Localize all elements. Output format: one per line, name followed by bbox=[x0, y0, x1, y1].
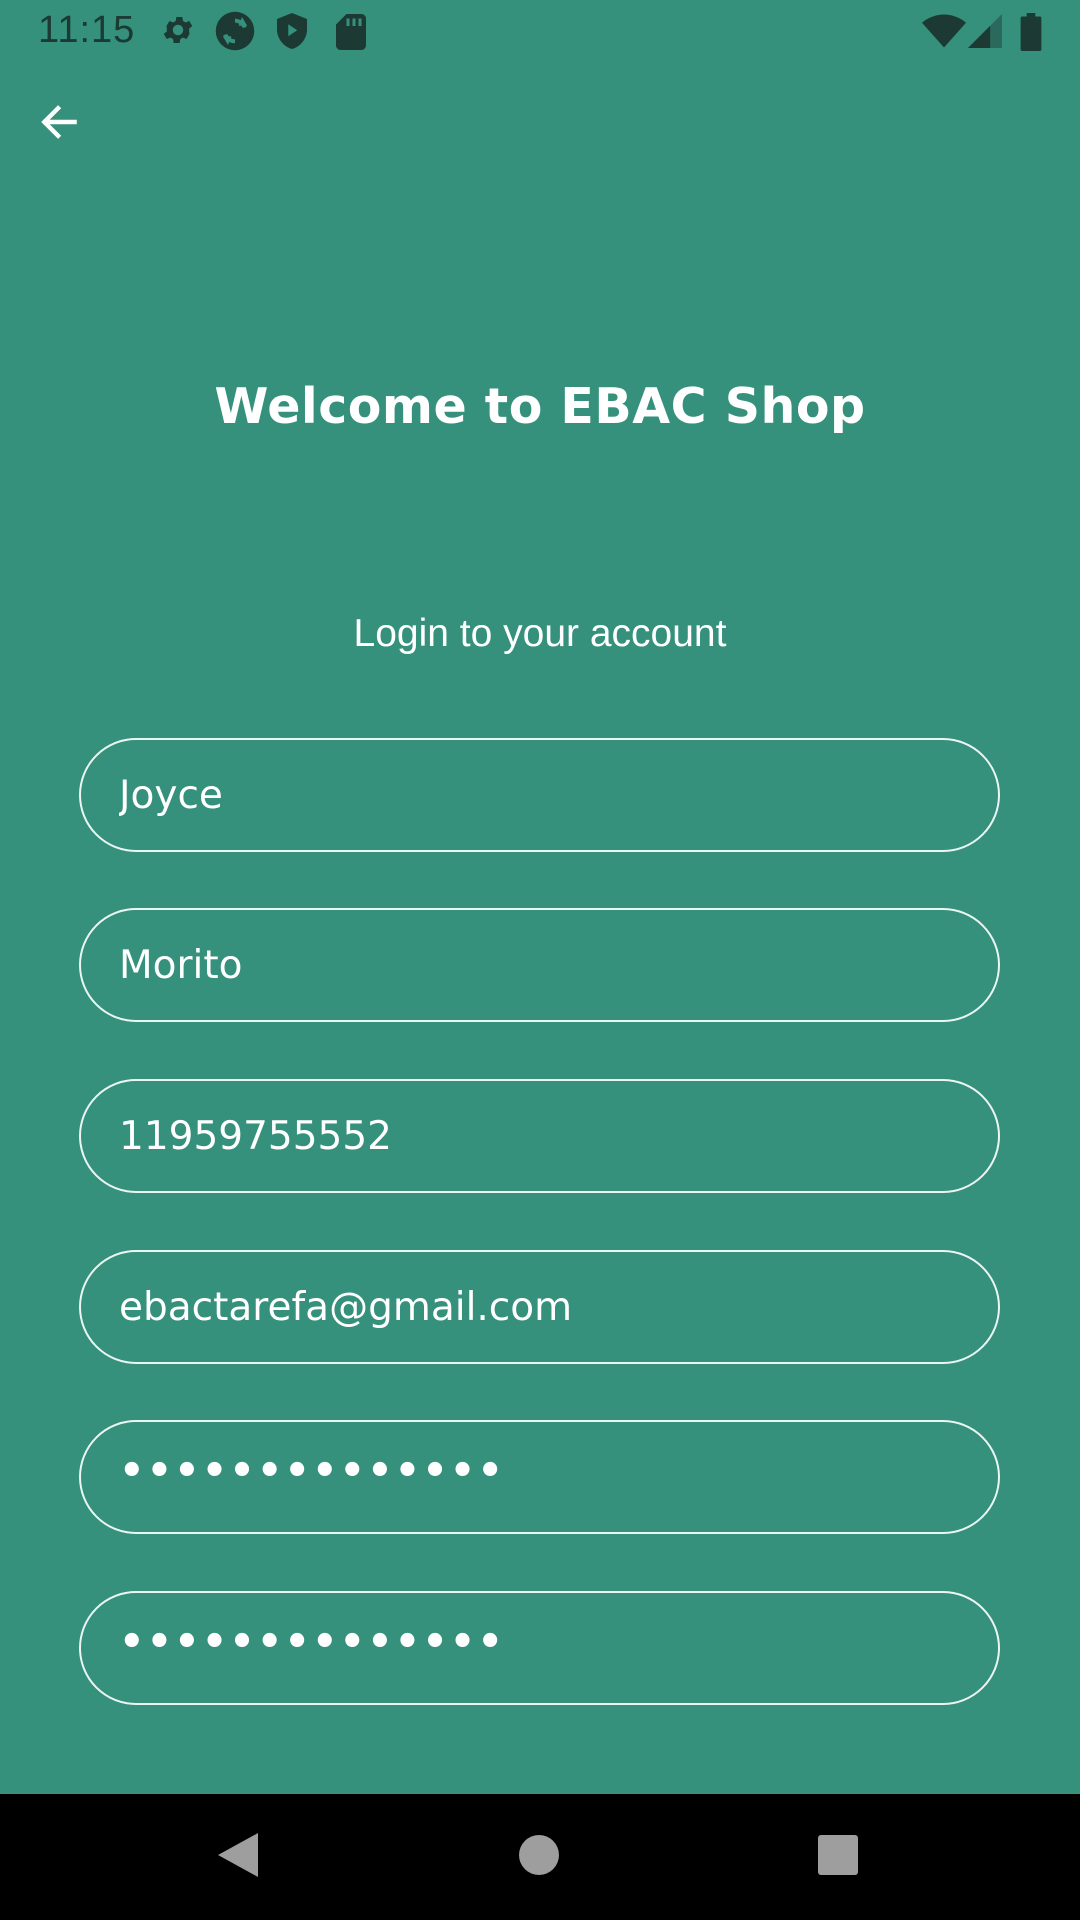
email-field[interactable]: ebactarefa@gmail.com bbox=[79, 1250, 1000, 1364]
phone-field[interactable]: 11959755552 bbox=[79, 1079, 1000, 1193]
last-name-value: Morito bbox=[119, 942, 243, 988]
shield-play-icon bbox=[274, 11, 310, 55]
battery-icon bbox=[1020, 13, 1042, 55]
email-value: ebactarefa@gmail.com bbox=[119, 1284, 573, 1330]
system-nav-bar bbox=[0, 1794, 1080, 1920]
sd-card-icon bbox=[336, 13, 366, 55]
nav-back-button[interactable] bbox=[205, 1824, 271, 1890]
wifi-icon bbox=[922, 14, 966, 52]
first-name-field[interactable]: Joyce bbox=[79, 738, 1000, 852]
first-name-value: Joyce bbox=[119, 772, 223, 818]
nav-recents-button[interactable] bbox=[805, 1824, 871, 1890]
app-screen: 11:15 Welcome to EBAC Shop Login to your… bbox=[0, 0, 1080, 1920]
confirm-password-value: •••••••••••••• bbox=[119, 1619, 505, 1665]
arrow-left-icon bbox=[34, 100, 84, 148]
confirm-password-field[interactable]: •••••••••••••• bbox=[79, 1591, 1000, 1705]
settings-icon bbox=[160, 12, 196, 52]
back-triangle-icon bbox=[216, 1831, 260, 1883]
last-name-field[interactable]: Morito bbox=[79, 908, 1000, 1022]
phone-value: 11959755552 bbox=[119, 1113, 392, 1159]
home-circle-icon bbox=[519, 1835, 559, 1879]
page-title: Welcome to EBAC Shop bbox=[214, 378, 866, 435]
status-bar: 11:15 bbox=[0, 0, 1080, 63]
status-time: 11:15 bbox=[38, 9, 136, 51]
back-button[interactable] bbox=[26, 96, 92, 152]
password-field[interactable]: •••••••••••••• bbox=[79, 1420, 1000, 1534]
sync-icon bbox=[214, 10, 256, 56]
recents-square-icon bbox=[818, 1835, 858, 1879]
nav-home-button[interactable] bbox=[506, 1824, 572, 1890]
password-value: •••••••••••••• bbox=[119, 1448, 505, 1494]
page-subtitle: Login to your account bbox=[353, 612, 727, 655]
signal-icon bbox=[968, 14, 1002, 52]
